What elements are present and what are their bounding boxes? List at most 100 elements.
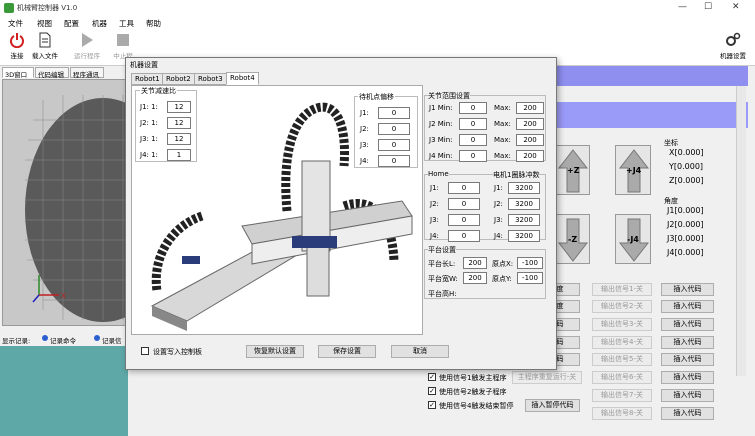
coord-y: Y[0.000] [669,162,704,171]
standby-j3-input[interactable]: 0 [378,139,410,151]
menu-file[interactable]: 文件 [8,18,23,29]
origin-y-input[interactable]: -100 [517,272,543,284]
j4-min-input[interactable]: 0 [459,150,487,162]
motor-j3-input[interactable]: 3200 [508,214,540,226]
insert-code-button[interactable]: 插入代码 [661,318,714,331]
jog-z-plus-button[interactable]: +Z [554,145,590,195]
j1-ratio-input[interactable]: 12 [167,101,191,113]
output-signal-8-button[interactable]: 输出信号8-关 [592,407,652,420]
platform-length-input[interactable]: 200 [463,257,487,269]
standby-j1-input[interactable]: 0 [378,107,410,119]
menu-machine[interactable]: 机器 [92,18,107,29]
j2-max-input[interactable]: 200 [516,118,544,130]
angle-j3: J3[0.000] [667,234,704,243]
jog-j4-plus-button[interactable]: +J4 [615,145,651,195]
range-title: 关节范围设置 [428,91,470,101]
window-title: 机械臂控制器 V1.0 [17,4,78,12]
motor-j1-input[interactable]: 3200 [508,182,540,194]
menu-help[interactable]: 帮助 [146,18,161,29]
j2-ratio-input[interactable]: 12 [167,117,191,129]
home-j4-input[interactable]: 0 [448,230,480,242]
signal1-main-checkbox[interactable]: ✓ [428,373,436,381]
tab-3d-window[interactable]: 3D窗口 [2,67,34,79]
output-signal-2-button[interactable]: 输出信号2-关 [592,300,652,313]
signal4-end-checkbox[interactable]: ✓ [428,401,436,409]
record-command-label: 记录命令 [50,337,76,345]
load-file-button[interactable]: 载入文件 [28,32,62,64]
output-signal-5-button[interactable]: 输出信号5-关 [592,353,652,366]
run-program-button[interactable]: 运行程序 [70,32,104,64]
scrollbar[interactable] [736,86,746,376]
cancel-button[interactable]: 取消 [391,345,449,358]
motor-j4-label: J4: [494,232,503,240]
jog-j4-minus-button[interactable]: -J4 [615,214,651,264]
maximize-button[interactable]: ☐ [704,2,712,12]
j2-min-input[interactable]: 0 [459,118,487,130]
platform-width-label: 平台宽W: [428,275,458,283]
insert-code-button[interactable]: 插入代码 [661,300,714,313]
record-signal-radio[interactable] [94,335,100,341]
j4-ratio-input[interactable]: 1 [167,149,191,161]
3d-viewport[interactable]: X [2,79,130,326]
minimize-button[interactable]: — [678,2,687,12]
motor-j2-input[interactable]: 3200 [508,198,540,210]
home-j3-input[interactable]: 0 [448,214,480,226]
j3-min-input[interactable]: 0 [459,134,487,146]
angles-title: 角度 [664,197,678,205]
origin-x-input[interactable]: -100 [517,257,543,269]
platform-width-input[interactable]: 200 [463,272,487,284]
restore-defaults-button[interactable]: 恢复默认设置 [246,345,304,358]
tab-robot1[interactable]: Robot1 [131,73,164,85]
output-signal-3-button[interactable]: 输出信号3-关 [592,318,652,331]
output-signal-4-button[interactable]: 输出信号4-关 [592,336,652,349]
record-command-radio[interactable] [42,335,48,341]
tab-robot4[interactable]: Robot4 [226,72,259,85]
signal2-sub-checkbox[interactable]: ✓ [428,387,436,395]
home-j1-input[interactable]: 0 [448,182,480,194]
insert-code-button[interactable]: 插入代码 [661,407,714,420]
standby-j2-input[interactable]: 0 [378,123,410,135]
output-signal-1-button[interactable]: 输出信号1-关 [592,283,652,296]
tab-program-comm[interactable]: 程序通讯 [70,67,104,79]
output-signal-7-button[interactable]: 输出信号7-关 [592,389,652,402]
j3-max-label: Max: [494,136,511,144]
tab-robot2[interactable]: Robot2 [162,73,195,85]
home-j2-input[interactable]: 0 [448,198,480,210]
standby-j2-label: J2: [360,125,369,133]
display-record-bar: 显示记录: 记录命令 记录信 [0,332,130,346]
j3-max-input[interactable]: 200 [516,134,544,146]
j3-ratio-input[interactable]: 12 [167,133,191,145]
robot-preview-area: 关节减速比 J1: 1: 12 J2: 1: 12 J3: 1: 12 J4: … [131,85,423,335]
jog-z-minus-button[interactable]: -Z [554,214,590,264]
menu-config[interactable]: 配置 [64,18,79,29]
tab-robot3[interactable]: Robot3 [194,73,227,85]
standby-j4-input[interactable]: 0 [378,155,410,167]
insert-code-button[interactable]: 插入代码 [661,389,714,402]
reduction-title: 关节减速比 [140,86,177,96]
close-button[interactable]: ✕ [732,2,740,12]
angle-j2: J2[0.000] [667,220,704,229]
signal4-end-label: 使用信号4触发结束暂停 [439,402,514,410]
motor-j4-input[interactable]: 3200 [508,230,540,242]
j1-max-input[interactable]: 200 [516,102,544,114]
motor-j2-label: J2: [494,200,503,208]
j4-max-input[interactable]: 200 [516,150,544,162]
j1-min-input[interactable]: 0 [459,102,487,114]
save-settings-button[interactable]: 保存设置 [318,345,376,358]
insert-code-button[interactable]: 插入代码 [661,353,714,366]
main-repeat-button[interactable]: 主程序重复运行-关 [512,371,582,384]
insert-code-button[interactable]: 插入代码 [661,336,714,349]
tab-code-editor[interactable]: 代码编辑 [35,67,69,79]
menu-view[interactable]: 视图 [37,18,52,29]
write-controller-checkbox[interactable] [141,347,149,355]
status-box [555,102,748,128]
menu-tools[interactable]: 工具 [119,18,134,29]
insert-pause-button[interactable]: 插入暂停代码 [525,399,580,412]
j3-min-label: J3 Min: [429,136,453,144]
status-strip [555,66,748,86]
record-signal-label: 记录信 [102,337,122,345]
insert-code-button[interactable]: 插入代码 [661,371,714,384]
insert-code-button[interactable]: 插入代码 [661,283,714,296]
machine-settings-button[interactable]: 机器设置 [716,32,750,64]
output-signal-6-button[interactable]: 输出信号6-关 [592,371,652,384]
